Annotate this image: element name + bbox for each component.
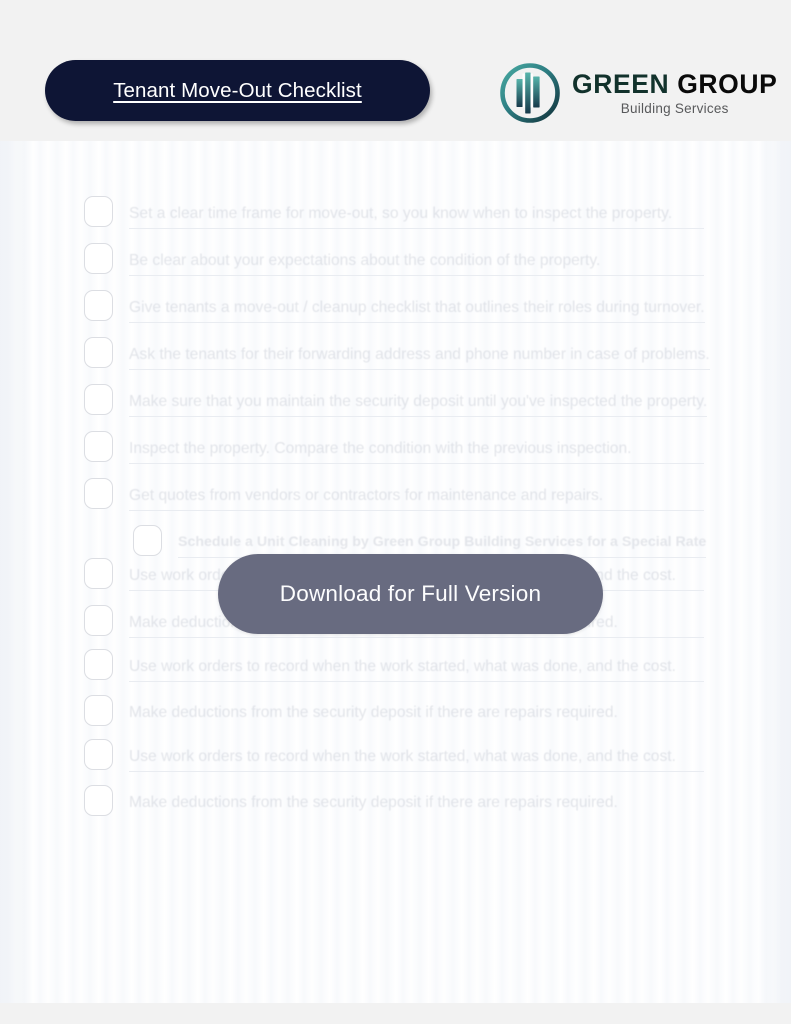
empty-checkbox-icon[interactable] (84, 383, 113, 415)
checklist-row-rule (129, 275, 704, 276)
checklist-row[interactable]: Make deductions from the security deposi… (84, 688, 704, 732)
checklist-item-label: Give tenants a move-out / cleanup checkl… (129, 298, 705, 316)
brand-name: GREEN GROUP (572, 69, 778, 99)
checklist-row-body: Be clear about your expectations about t… (129, 236, 704, 280)
footer-strip (0, 1003, 791, 1024)
checklist-row[interactable]: Get quotes from vendors or contractors f… (84, 471, 704, 515)
empty-checkbox-icon[interactable] (84, 604, 113, 636)
checklist-item-label: Inspect the property. Compare the condit… (129, 439, 632, 457)
checklist-row-rule (129, 637, 704, 638)
empty-checkbox-icon[interactable] (84, 242, 113, 274)
checklist-row-body: Make sure that you maintain the security… (129, 377, 708, 421)
checklist-row-body: Inspect the property. Compare the condit… (129, 424, 704, 468)
page-title: Tenant Move-Out Checklist (113, 78, 362, 102)
checklist-item-label: Use work orders to record when the work … (129, 747, 676, 765)
document-sheet: Set a clear time frame for move-out, so … (0, 141, 791, 1003)
empty-checkbox-icon[interactable] (84, 289, 113, 321)
checklist-row[interactable]: Ask the tenants for their forwarding add… (84, 330, 710, 374)
checklist-row-body: Give tenants a move-out / cleanup checkl… (129, 283, 705, 327)
download-full-version-button[interactable]: Download for Full Version (218, 554, 603, 634)
checklist-row[interactable]: Make deductions from the security deposi… (84, 778, 704, 822)
brand-name-part2: GROUP (677, 69, 778, 99)
checklist-row-rule (129, 817, 704, 818)
empty-checkbox-icon[interactable] (84, 784, 113, 816)
checklist-row-body: Use work orders to record when the work … (129, 642, 704, 686)
brand-logo: GREEN GROUP Building Services (497, 58, 777, 128)
header-band: Tenant Move-Out Checklist GREEN GROUP Bu… (0, 0, 791, 141)
page-title-pill: Tenant Move-Out Checklist (45, 60, 430, 121)
checklist-item-label: Ask the tenants for their forwarding add… (129, 345, 710, 363)
checklist-row-rule (129, 322, 705, 323)
checklist-row-rule (129, 369, 710, 370)
checklist-row-rule (129, 228, 704, 229)
empty-checkbox-icon[interactable] (84, 477, 113, 509)
checklist-row[interactable]: Set a clear time frame for move-out, so … (84, 189, 704, 233)
checklist-row-rule (129, 416, 708, 417)
checklist-row-body: Use work orders to record when the work … (129, 732, 704, 776)
checklist-row-rule (129, 727, 704, 728)
checklist-row[interactable]: Make sure that you maintain the security… (84, 377, 708, 421)
green-group-circular-building-logo-icon (497, 60, 563, 126)
checklist-row-body: Set a clear time frame for move-out, so … (129, 189, 704, 233)
checklist-row-body: Get quotes from vendors or contractors f… (129, 471, 704, 515)
checklist-row-rule (129, 463, 704, 464)
checklist-item-label: Set a clear time frame for move-out, so … (129, 204, 673, 222)
download-full-version-label: Download for Full Version (279, 581, 542, 606)
checklist-row-rule (129, 771, 704, 772)
checklist-item-label: Make deductions from the security deposi… (129, 703, 618, 721)
checklist-row-rule (129, 681, 704, 682)
brand-text: GREEN GROUP Building Services (572, 69, 777, 117)
checklist-row-body: Make deductions from the security deposi… (129, 688, 704, 732)
checklist-item-label: Be clear about your expectations about t… (129, 251, 601, 269)
checklist-row[interactable]: Use work orders to record when the work … (84, 732, 704, 776)
checklist-item-label: Make sure that you maintain the security… (129, 392, 708, 410)
brand-name-part1: GREEN (572, 69, 670, 99)
brand-tagline: Building Services (620, 100, 729, 116)
checklist-row-rule (129, 510, 704, 511)
checklist-row[interactable]: Be clear about your expectations about t… (84, 236, 704, 280)
checklist-item-label: Make deductions from the security deposi… (129, 793, 618, 811)
checklist-row-body: Make deductions from the security deposi… (129, 778, 704, 822)
empty-checkbox-icon[interactable] (84, 557, 113, 589)
checklist-row[interactable]: Give tenants a move-out / cleanup checkl… (84, 283, 705, 327)
document-preview-screen: Tenant Move-Out Checklist GREEN GROUP Bu… (0, 0, 791, 1024)
empty-checkbox-icon[interactable] (84, 336, 113, 368)
empty-checkbox-icon[interactable] (84, 648, 113, 680)
checklist-row-body: Ask the tenants for their forwarding add… (129, 330, 710, 374)
empty-checkbox-icon[interactable] (84, 738, 113, 770)
checklist-row[interactable]: Use work orders to record when the work … (84, 642, 704, 686)
empty-checkbox-icon[interactable] (84, 430, 113, 462)
empty-checkbox-icon[interactable] (84, 195, 113, 227)
checklist-item-label: Use work orders to record when the work … (129, 657, 676, 675)
checklist-row[interactable]: Inspect the property. Compare the condit… (84, 424, 704, 468)
checklist-item-label: Get quotes from vendors or contractors f… (129, 486, 604, 504)
empty-checkbox-icon[interactable] (84, 694, 113, 726)
